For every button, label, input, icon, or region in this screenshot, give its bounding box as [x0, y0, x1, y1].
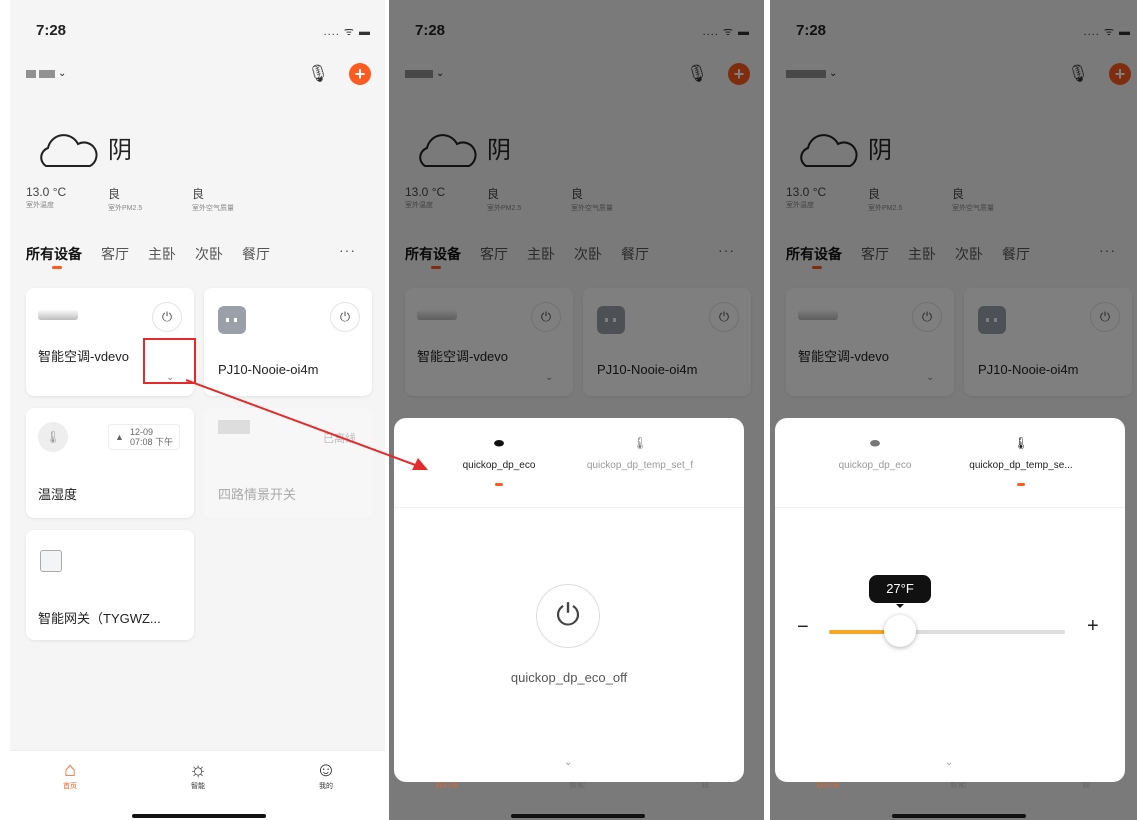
annotation-arrow — [185, 379, 428, 470]
